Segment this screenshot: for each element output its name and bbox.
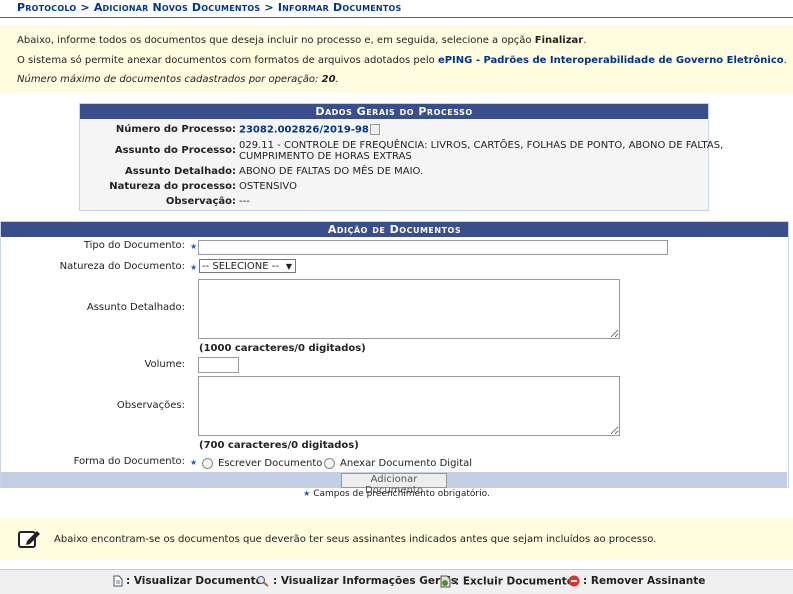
document-icon	[113, 575, 123, 587]
instruction-line-2: O sistema só permite anexar documentos c…	[17, 55, 787, 66]
magnifier-icon	[257, 576, 269, 587]
document-type-label: Tipo do Documento:	[83, 240, 185, 251]
observation-value: ---	[239, 196, 250, 207]
detailed-subject-char-count: (1000 caracteres/0 digitados)	[199, 343, 366, 354]
detailed-subject-field-label: Assunto Detalhado:	[86, 302, 185, 313]
process-general-data-panel: Dados Gerais do Processo Número do Proce…	[79, 103, 723, 211]
volume-label: Volume:	[144, 359, 185, 370]
instruction-line-3: Número máximo de documentos cadastrados …	[17, 74, 339, 85]
detailed-subject-label: Assunto Detalhado:	[125, 166, 236, 177]
document-form-label: Forma do Documento:	[73, 456, 185, 467]
attach-digital-document-option-label[interactable]: Anexar Documento Digital	[340, 458, 472, 469]
document-nature-label: Natureza do Documento:	[59, 261, 185, 272]
process-nature-label: Natureza do processo:	[109, 181, 236, 192]
breadcrumb: Protocolo > Adicionar Novos Documentos >…	[17, 1, 402, 14]
required-star: ★	[190, 458, 198, 467]
edit-note-icon	[18, 531, 40, 548]
process-subject-value-2: CUMPRIMENTO DE HORAS EXTRAS	[239, 151, 412, 162]
signers-notice-box: Abaixo encontram-se os documentos que de…	[0, 518, 793, 560]
process-subject-value-1: 029.11 - CONTROLE DE FREQUÊNCIA: LIVROS,…	[239, 140, 724, 151]
detailed-subject-value: ABONO DE FALTAS DO MÊS DE MAIO.	[239, 166, 424, 177]
write-document-radio[interactable]	[202, 458, 213, 469]
instruction-line-1: Abaixo, informe todos os documentos que …	[17, 35, 587, 46]
required-fields-note: ★ Campos de preenchimento obrigatório.	[303, 489, 490, 499]
actions-legend: : Visualizar Documento : Visualizar Info…	[0, 569, 793, 594]
process-number-label: Número do Processo:	[115, 124, 236, 135]
observations-char-count: (700 caracteres/0 digitados)	[199, 440, 359, 451]
observation-label: Observação:	[165, 196, 236, 207]
process-number-link[interactable]: 23082.002826/2019-98	[239, 125, 369, 136]
document-type-input[interactable]	[198, 240, 668, 255]
legend-view-general-info: : Visualizar Informações Gerais	[256, 575, 457, 587]
observations-textarea[interactable]	[198, 376, 620, 436]
volume-input[interactable]	[198, 357, 239, 373]
eping-link[interactable]: ePING - Padrões de Interoperabilidade de…	[438, 55, 784, 66]
write-document-option-label[interactable]: Escrever Documento	[218, 458, 322, 469]
attach-digital-document-radio[interactable]	[324, 458, 335, 469]
delete-document-icon	[440, 575, 451, 588]
document-nature-select[interactable]: -- SELECIONE -- ▼	[199, 259, 296, 273]
required-star: ★	[190, 242, 198, 251]
document-nature-selected: -- SELECIONE --	[202, 261, 279, 272]
process-subject-label: Assunto do Processo:	[114, 145, 236, 156]
signers-notice-text: Abaixo encontram-se os documentos que de…	[54, 534, 657, 545]
process-data-caption: Dados Gerais do Processo	[80, 104, 708, 119]
required-star: ★	[303, 489, 311, 498]
legend-view-document: : Visualizar Documento	[113, 575, 263, 587]
add-document-button[interactable]: Adicionar Documento	[341, 473, 447, 496]
process-number-row: 23082.002826/2019-98	[239, 124, 380, 136]
breadcrumb-divider	[0, 17, 793, 18]
legend-delete-document: : Excluir Documento	[440, 575, 574, 588]
instructions-box: Abaixo, informe todos os documentos que …	[0, 25, 793, 93]
detailed-subject-textarea[interactable]	[198, 279, 620, 339]
add-documents-caption: Adição de Documentos	[1, 222, 788, 237]
process-nature-value: OSTENSIVO	[239, 181, 297, 192]
required-star: ★	[190, 263, 198, 272]
legend-remove-signer: : Remover Assinante	[568, 575, 705, 587]
observations-label: Observações:	[116, 400, 185, 411]
print-icon[interactable]	[369, 124, 380, 135]
chevron-down-icon: ▼	[285, 262, 292, 271]
remove-icon	[568, 575, 580, 587]
